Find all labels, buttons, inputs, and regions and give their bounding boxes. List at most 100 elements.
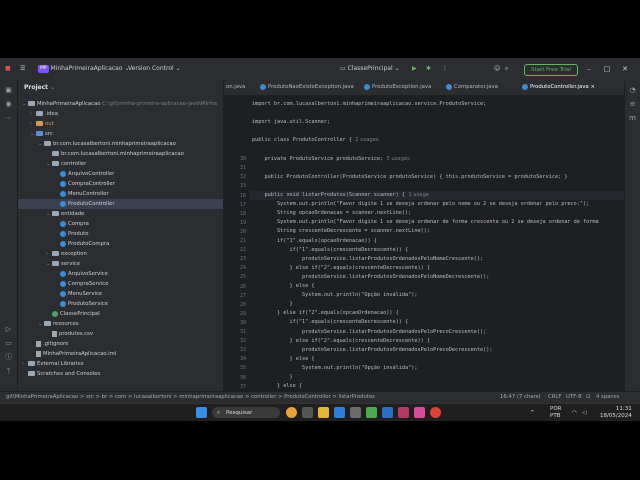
tree-item[interactable]: ⌄ controller [18,159,86,169]
tree-item[interactable]: ⌄ MinhaPrimeiraAplicacao C:\git\minha-pri… [18,99,217,109]
code-line[interactable]: public void listarProdutos(Scanner scann… [252,191,428,200]
tree-item[interactable]: ⌄ resources [18,319,79,329]
tree-item[interactable]: CompraController [18,179,115,189]
windows-start-icon[interactable] [196,407,207,418]
volume-icon[interactable]: ◁ [582,404,586,421]
tree-item[interactable]: Scratches and Consoles [18,369,100,379]
tree-item[interactable]: › out [18,119,54,129]
code-line[interactable]: if("1".equals(crescenteDecrescente)) { [252,318,408,327]
user-icon[interactable]: ☺ [494,58,500,80]
run-config-selector[interactable]: ▭ ClassePrincipal ⌄ [340,58,400,80]
code-line[interactable]: } else if("2".equals(crescenteDecrescent… [252,337,430,346]
tree-item[interactable]: ⌄ br.com.lucasalbertoni.minhaprimeiraapli… [18,139,176,149]
close-tab-icon[interactable]: × [589,84,594,90]
folder-icon[interactable]: ▣ [4,86,13,95]
code-editor[interactable]: import br.com.lucasalbertoni.minhaprimei… [250,96,624,391]
tree-item[interactable]: › exception [18,249,87,259]
tree-item[interactable]: .gitignore [18,339,68,349]
app-icon[interactable] [366,407,377,418]
close-icon[interactable]: ✕ [618,58,632,80]
maximize-icon[interactable]: □ [600,58,614,80]
file-explorer-icon[interactable] [318,407,329,418]
task-view-icon[interactable] [302,407,313,418]
tree-item[interactable]: ⌄ src [18,129,53,139]
tree-item[interactable]: MenuService [18,289,102,299]
code-line[interactable]: produtoService.listarProdutosOrdenadosPe… [252,273,489,282]
editor-tab[interactable]: ProdutoException.java [364,80,431,95]
navigation-breadcrumb[interactable]: git\MinhaPrimeiraAplicacao > src > br > … [6,392,375,403]
chrome-icon[interactable] [430,407,441,418]
tree-item[interactable]: MenuController [18,189,109,199]
tree-item[interactable]: Produto [18,229,88,239]
code-line[interactable]: } [252,373,292,382]
code-line[interactable]: public class ProdutoController { 2 usage… [252,136,379,145]
code-line[interactable]: } else { [252,282,314,291]
code-line[interactable]: private ProdutoService produtoService; 5… [252,155,409,164]
editor-tab[interactable]: ProdutoController.java × [522,80,595,95]
code-line[interactable]: } else if("2".equals(opcaoOrdenacao)) { [252,309,399,318]
code-line[interactable]: } else { [252,355,314,364]
more-icon[interactable]: ⋮ [442,58,448,80]
notifications-icon[interactable]: ◔ [628,86,637,95]
edge-icon[interactable] [334,407,345,418]
editor-tab[interactable]: ProdutoNaoExisteException.java [260,80,354,95]
problems-icon[interactable]: ⓘ [4,353,13,362]
vcs-widget[interactable]: Version Control ⌄ [128,58,181,80]
code-line[interactable]: System.out.println("Favor digite 1 se de… [252,218,599,227]
lock-icon[interactable]: ⊡ [586,392,590,403]
code-line[interactable]: if("1".equals(opcaoOrdenacao)) { [252,237,377,246]
code-line[interactable]: System.out.println("Favor digite 1 se de… [252,200,589,209]
project-switcher[interactable]: MP MinhaPrimeiraAplicacao ⌄ [38,58,129,80]
code-line[interactable]: } else { [252,382,302,391]
tree-item[interactable]: produtos.csv [18,329,93,339]
code-line[interactable]: } else if("2".equals(crescenteDecrescent… [252,264,430,273]
tree-item[interactable]: CompraService [18,279,108,289]
project-panel-header[interactable]: Project ⌄ [18,80,223,96]
code-line[interactable]: if("1".equals(crescenteDecrescente)) { [252,246,408,255]
code-line[interactable]: import br.com.lucasalbertoni.minhaprimei… [252,100,486,109]
run-icon[interactable]: ▶ [412,58,417,80]
start-trial-button[interactable]: Start Free Trial [524,64,578,76]
tree-item[interactable]: ClassePrincipal [18,309,100,319]
editor-tab[interactable]: on.java [226,80,245,95]
caret-position[interactable]: 16:47 (7 chars) [500,392,541,403]
tree-item[interactable]: ⌄ service [18,259,80,269]
code-line[interactable]: System.out.println("Opção inválida"); [252,364,418,373]
intellij-icon[interactable] [414,407,425,418]
tree-item[interactable]: Compra [18,219,89,229]
git-icon[interactable]: ᛘ [4,367,13,376]
app-logo-icon[interactable]: ■ [5,58,11,80]
clock[interactable]: 11:31 18/05/2024 [600,406,632,420]
database-icon[interactable]: ≡ [628,100,637,109]
tree-item[interactable]: ProdutoService [18,299,108,309]
tree-item[interactable]: ArquivoController [18,169,114,179]
commit-icon[interactable]: ◉ [4,100,13,109]
search-icon[interactable]: ⌕ [505,58,508,80]
line-separator[interactable]: CRLF [548,392,561,403]
code-line[interactable]: produtoService.listarProdutosOrdenadosPe… [252,346,493,355]
terminal-icon[interactable]: ▭ [4,339,13,348]
tree-item[interactable]: › External Libraries [18,359,84,369]
run-tool-icon[interactable]: ▷ [4,325,13,334]
widgets-icon[interactable] [286,407,297,418]
minimize-icon[interactable]: – [582,58,596,80]
code-line[interactable]: } [252,300,292,309]
tree-item[interactable]: › .idea [18,109,58,119]
tree-item[interactable]: ProdutoCompra [18,239,109,249]
store-icon[interactable] [350,407,361,418]
language-indicator[interactable]: POR PTB [550,406,561,420]
main-menu-icon[interactable]: ☰ [20,58,25,80]
code-line[interactable]: String opcaoOrdenacao = scanner.nextLine… [252,209,411,218]
code-line[interactable]: produtoService.listarProdutosOrdenadosPe… [252,255,483,264]
code-line[interactable]: String crescenteDecrescente = scanner.ne… [252,227,430,236]
tree-item[interactable]: ProdutoController [18,199,223,209]
tree-item[interactable]: MinhaPrimeiraAplicacao.iml [18,349,116,359]
debug-icon[interactable]: ✱ [426,58,431,80]
indent-setting[interactable]: 4 spaces [596,392,619,403]
usage-hint[interactable]: 2 usages [352,137,378,143]
file-encoding[interactable]: UTF-8 [566,392,581,403]
usage-hint[interactable]: 5 usages [383,156,409,162]
structure-icon[interactable]: ⋯ [4,114,13,123]
tree-item[interactable]: ArquivoService [18,269,108,279]
code-line[interactable]: System.out.println("Opção inválida"); [252,291,418,300]
